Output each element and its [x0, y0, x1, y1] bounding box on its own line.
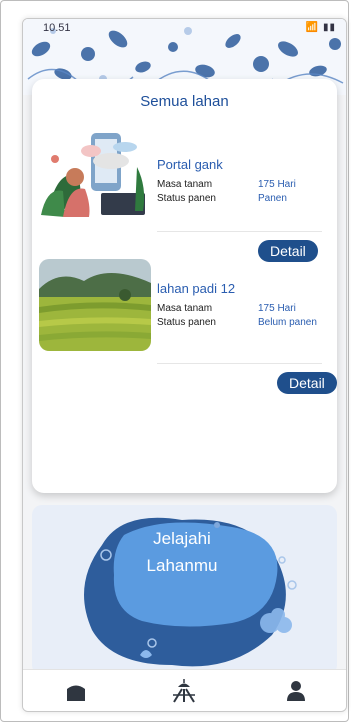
illustration-person-phone-image	[39, 127, 151, 219]
land-list-card: Semua lahan Portal gank Masa tanam 175 H…	[32, 79, 337, 493]
divider	[157, 363, 322, 364]
nav-field[interactable]	[171, 678, 197, 704]
banner-text: Jelajahi Lahanmu	[112, 525, 252, 579]
detail-button[interactable]: Detail	[258, 240, 318, 262]
status-bar: 10.51 📶 ▮▮	[23, 19, 346, 39]
harvest-status-label: Status panen	[157, 193, 216, 204]
planting-period-value: 175 Hari	[258, 303, 296, 314]
harvest-status-value: Panen	[258, 193, 287, 204]
harvest-status-value: Belum panen	[258, 317, 317, 328]
divider	[157, 231, 322, 232]
signal-battery-icon: 📶 ▮▮	[305, 22, 336, 33]
nav-profile[interactable]	[283, 678, 309, 704]
explore-banner[interactable]: Jelajahi Lahanmu	[32, 505, 337, 675]
land-name: Portal gank	[157, 157, 223, 172]
detail-button[interactable]: Detail	[277, 372, 337, 394]
phone-screen: 10.51 📶 ▮▮ Semua lahan Portal gank Masa …	[22, 18, 347, 712]
planting-period-label: Masa tanam	[157, 303, 213, 314]
nav-home[interactable]	[63, 678, 89, 704]
profile-icon	[287, 681, 305, 701]
status-time: 10.51	[43, 22, 71, 34]
banner-line-2: Lahanmu	[146, 556, 218, 575]
banner-line-1: Jelajahi	[153, 529, 211, 548]
home-icon	[67, 685, 85, 701]
harvest-status-label: Status panen	[157, 317, 216, 328]
page-title: Semua lahan	[140, 93, 229, 110]
bottom-nav	[23, 669, 346, 711]
field-icon	[173, 679, 195, 703]
rice-field-image	[39, 259, 151, 351]
planting-period-value: 175 Hari	[258, 179, 296, 190]
land-name: lahan padi 12	[157, 281, 236, 296]
planting-period-label: Masa tanam	[157, 179, 213, 190]
